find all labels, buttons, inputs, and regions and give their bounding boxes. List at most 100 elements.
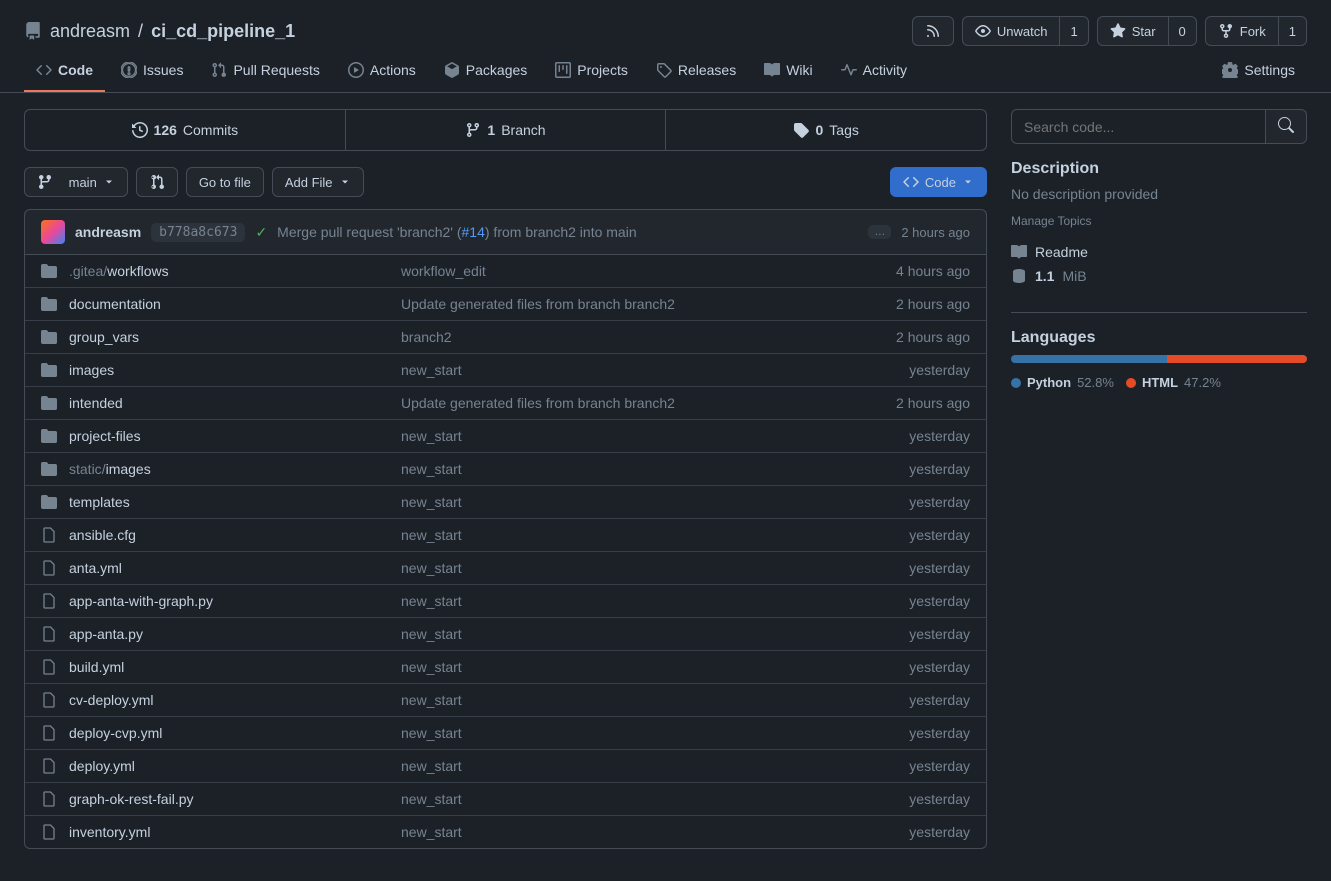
file-commit-msg[interactable]: Update generated files from branch branc… (401, 395, 884, 411)
file-commit-msg[interactable]: new_start (401, 626, 897, 642)
tab-projects[interactable]: Projects (543, 54, 640, 92)
file-commit-msg[interactable]: new_start (401, 527, 897, 543)
file-time: 2 hours ago (896, 329, 970, 345)
commit-sha[interactable]: b778a8c673 (151, 223, 245, 242)
rss-button[interactable] (912, 16, 954, 46)
watch-count[interactable]: 1 (1060, 16, 1088, 46)
file-commit-msg[interactable]: new_start (401, 560, 897, 576)
file-time: yesterday (909, 824, 970, 840)
lang-item[interactable]: Python52.8% (1011, 375, 1114, 390)
file-name[interactable]: templates (69, 494, 389, 510)
file-commit-msg[interactable]: new_start (401, 791, 897, 807)
file-commit-msg[interactable]: new_start (401, 725, 897, 741)
file-name[interactable]: build.yml (69, 659, 389, 675)
rss-icon (925, 23, 941, 39)
file-commit-msg[interactable]: new_start (401, 758, 897, 774)
file-row: app-anta-with-graph.pynew_startyesterday (25, 585, 986, 618)
expand-commit[interactable]: … (868, 225, 891, 239)
file-name[interactable]: group_vars (69, 329, 389, 345)
package-icon (444, 62, 460, 78)
tab-issues[interactable]: Issues (109, 54, 195, 92)
file-row: anta.ymlnew_startyesterday (25, 552, 986, 585)
pr-link[interactable]: #14 (462, 224, 485, 240)
file-row: deploy.yml new_start yesterday (25, 750, 986, 783)
description-text: No description provided (1011, 186, 1307, 202)
star-button[interactable]: Star (1097, 16, 1169, 46)
file-name[interactable]: cv-deploy.yml (69, 692, 389, 708)
tags-stat[interactable]: 0Tags (666, 110, 986, 150)
file-name[interactable]: static/images (69, 461, 389, 477)
unwatch-button[interactable]: Unwatch (962, 16, 1061, 46)
star-icon (1110, 23, 1126, 39)
fork-count[interactable]: 1 (1279, 16, 1307, 46)
file-name[interactable]: intended (69, 395, 389, 411)
file-name[interactable]: app-anta-with-graph.py (69, 593, 389, 609)
file-name[interactable]: app-anta.py (69, 626, 389, 642)
file-commit-msg[interactable]: new_start (401, 692, 897, 708)
file-name[interactable]: ansible.cfg (69, 527, 389, 543)
file-name[interactable]: anta.yml (69, 560, 389, 576)
star-count[interactable]: 0 (1169, 16, 1197, 46)
readme-link[interactable]: Readme (1011, 240, 1307, 264)
file-name[interactable]: deploy-cvp.yml (69, 725, 389, 741)
tab-releases[interactable]: Releases (644, 54, 748, 92)
tab-pulls[interactable]: Pull Requests (199, 54, 331, 92)
file-name[interactable]: project-files (69, 428, 389, 444)
file-commit-msg[interactable]: branch2 (401, 329, 884, 345)
file-commit-msg[interactable]: new_start (401, 824, 897, 840)
code-icon (903, 174, 919, 190)
project-icon (555, 62, 571, 78)
commit-message[interactable]: Merge pull request 'branch2' (#14) from … (277, 224, 858, 240)
search-button[interactable] (1266, 109, 1307, 144)
manage-topics[interactable]: Manage Topics (1011, 214, 1307, 228)
tab-settings[interactable]: Settings (1210, 54, 1307, 92)
file-name[interactable]: .gitea/workflows (69, 263, 389, 279)
author-link[interactable]: andreasm (75, 224, 141, 240)
search-icon (1278, 117, 1294, 133)
fork-button[interactable]: Fork (1205, 16, 1279, 46)
file-time: yesterday (909, 758, 970, 774)
file-commit-msg[interactable]: Update generated files from branch branc… (401, 296, 884, 312)
file-time: yesterday (909, 527, 970, 543)
file-row: graph-ok-rest-fail.pynew_startyesterday (25, 783, 986, 816)
file-row: images new_start yesterday (25, 354, 986, 387)
file-commit-msg[interactable]: new_start (401, 659, 897, 675)
file-name[interactable]: deploy.yml (69, 758, 389, 774)
file-name[interactable]: graph-ok-rest-fail.py (69, 791, 389, 807)
file-commit-msg[interactable]: new_start (401, 362, 897, 378)
branch-select[interactable]: main (24, 167, 128, 197)
code-icon (36, 62, 52, 78)
tab-wiki[interactable]: Wiki (752, 54, 824, 92)
file-commit-msg[interactable]: workflow_edit (401, 263, 884, 279)
file-time: yesterday (909, 362, 970, 378)
file-name[interactable]: inventory.yml (69, 824, 389, 840)
tab-activity[interactable]: Activity (829, 54, 919, 92)
file-commit-msg[interactable]: new_start (401, 428, 897, 444)
file-name[interactable]: documentation (69, 296, 389, 312)
file-commit-msg[interactable]: new_start (401, 593, 897, 609)
tab-packages[interactable]: Packages (432, 54, 539, 92)
tab-actions[interactable]: Actions (336, 54, 428, 92)
file-row: app-anta.pynew_startyesterday (25, 618, 986, 651)
lang-item[interactable]: HTML47.2% (1126, 375, 1221, 390)
tags-icon (793, 122, 809, 138)
branches-stat[interactable]: 1Branch (346, 110, 667, 150)
go-to-file-button[interactable]: Go to file (186, 167, 264, 197)
code-button[interactable]: Code (890, 167, 987, 197)
languages-title: Languages (1011, 329, 1307, 347)
file-commit-msg[interactable]: new_start (401, 494, 897, 510)
avatar[interactable] (41, 220, 65, 244)
tab-code[interactable]: Code (24, 54, 105, 92)
commits-stat[interactable]: 126Commits (25, 110, 346, 150)
repo-link[interactable]: ci_cd_pipeline_1 (151, 21, 295, 42)
branch-icon (37, 174, 53, 190)
file-name[interactable]: images (69, 362, 389, 378)
compare-button[interactable] (136, 167, 178, 197)
owner-link[interactable]: andreasm (50, 21, 130, 42)
add-file-button[interactable]: Add File (272, 167, 364, 197)
file-commit-msg[interactable]: new_start (401, 461, 897, 477)
file-row: ansible.cfg new_start yesterday (25, 519, 986, 552)
history-icon (132, 122, 148, 138)
chevron-down-icon (962, 176, 974, 188)
search-input[interactable] (1011, 109, 1266, 144)
